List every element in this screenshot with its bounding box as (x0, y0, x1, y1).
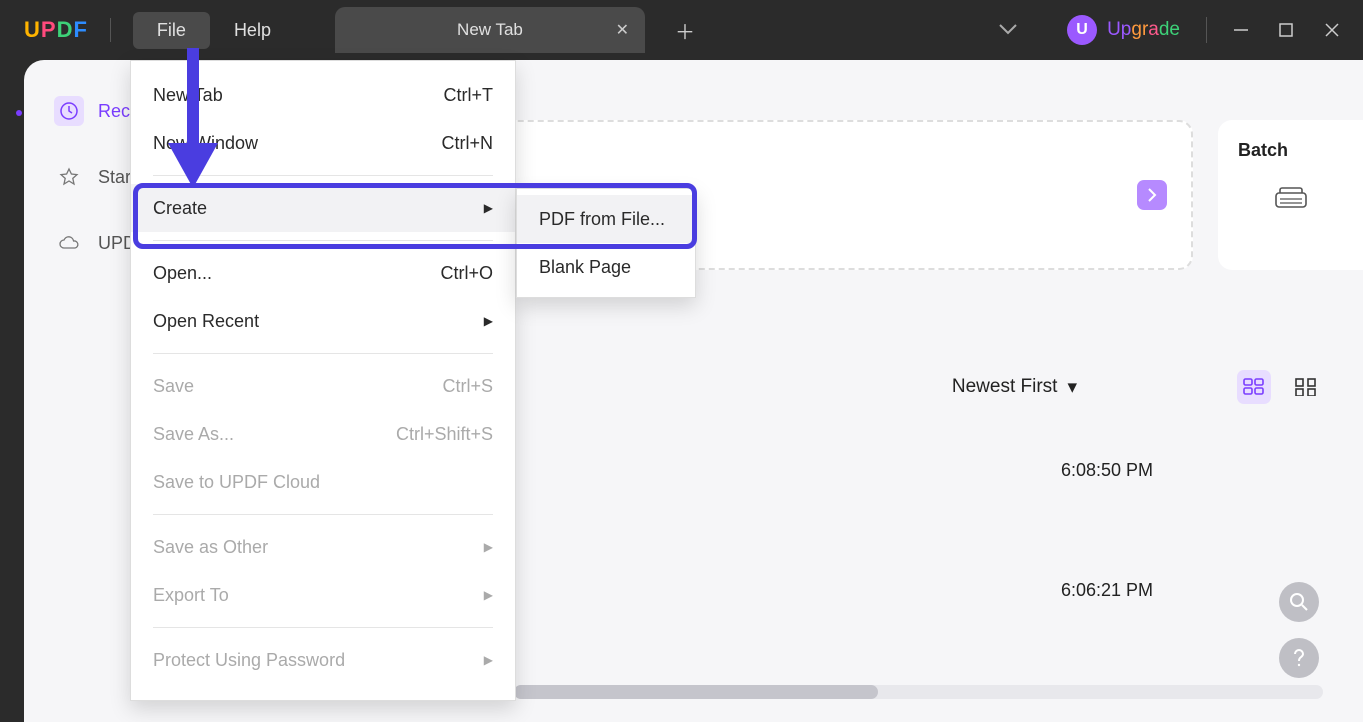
menu-item-save-other: Save as Other ▶ (131, 523, 515, 571)
submenu-arrow-icon: ▶ (484, 314, 493, 328)
menu-shortcut: Ctrl+S (442, 376, 493, 397)
active-indicator (16, 110, 22, 116)
user-avatar-icon: U (1067, 15, 1097, 45)
tab-title: New Tab (457, 20, 523, 40)
menu-item-open-recent[interactable]: Open Recent ▶ (131, 297, 515, 345)
chevron-down-icon[interactable] (999, 24, 1017, 36)
scanner-icon[interactable] (1274, 185, 1308, 211)
menu-item-new-tab[interactable]: New Tab Ctrl+T (131, 71, 515, 119)
close-icon[interactable] (1325, 23, 1345, 37)
search-fab[interactable] (1279, 582, 1319, 622)
submenu-arrow-icon: ▶ (484, 588, 493, 602)
menu-item-label: Open Recent (153, 311, 259, 332)
menu-item-label: Blank Page (539, 257, 631, 278)
batch-title: Batch (1238, 140, 1288, 161)
app-logo: UPDF (24, 17, 88, 43)
menu-shortcut: Ctrl+N (441, 133, 493, 154)
star-icon (54, 162, 84, 192)
sort-label-text: Newest First (952, 376, 1058, 398)
caret-down-icon: ▾ (1067, 376, 1077, 399)
menu-item-create[interactable]: Create ▶ (131, 184, 515, 232)
menu-file[interactable]: File (133, 12, 210, 49)
upgrade-label: Upgrade (1107, 19, 1180, 41)
titlebar-right: U Upgrade (999, 15, 1345, 45)
next-icon[interactable] (1137, 180, 1167, 210)
maximize-icon[interactable] (1279, 23, 1299, 37)
clock-icon (54, 96, 84, 126)
menu-shortcut: Ctrl+Shift+S (396, 424, 493, 445)
sort-dropdown[interactable]: Newest First ▾ (952, 376, 1077, 399)
menu-item-open[interactable]: Open... Ctrl+O (131, 249, 515, 297)
menu-separator (153, 514, 493, 515)
separator (1206, 17, 1207, 43)
minimize-icon[interactable] (1233, 22, 1253, 38)
batch-panel: Batch (1218, 120, 1363, 270)
menu-item-label: Save (153, 376, 194, 397)
menu-item-new-window[interactable]: New Window Ctrl+N (131, 119, 515, 167)
menu-item-export: Export To ▶ (131, 571, 515, 619)
menu-item-label: PDF from File... (539, 209, 665, 230)
menu-separator (153, 240, 493, 241)
menu-item-label: Create (153, 198, 207, 219)
file-time: 6:06:21 PM (1061, 580, 1153, 601)
horizontal-scrollbar[interactable] (514, 685, 1323, 699)
file-menu-dropdown: New Tab Ctrl+T New Window Ctrl+N Create … (130, 60, 516, 701)
menu-shortcut: Ctrl+T (444, 85, 494, 106)
submenu-item-pdf-from-file[interactable]: PDF from File... (517, 195, 695, 243)
submenu-arrow-icon: ▶ (484, 201, 493, 215)
separator (110, 18, 111, 42)
menu-item-label: Protect Using Password (153, 650, 345, 671)
tab-add-icon[interactable]: ＋ (675, 16, 695, 45)
submenu-arrow-icon: ▶ (484, 653, 493, 667)
tab-close-icon[interactable]: ✕ (616, 20, 629, 40)
titlebar: UPDF File Help New Tab ✕ ＋ U Upgrade (0, 0, 1363, 60)
tab[interactable]: New Tab ✕ (335, 7, 645, 53)
menu-help[interactable]: Help (210, 12, 295, 49)
menu-item-save-cloud: Save to UPDF Cloud (131, 458, 515, 506)
submenu-arrow-icon: ▶ (484, 540, 493, 554)
menu-shortcut: Ctrl+O (440, 263, 493, 284)
view-grid-button[interactable] (1289, 370, 1323, 404)
menu-item-protect: Protect Using Password ▶ (131, 636, 515, 684)
menu-item-label: Save as Other (153, 537, 268, 558)
view-list-button[interactable] (1237, 370, 1271, 404)
file-time: 6:08:50 PM (1061, 460, 1153, 481)
menu-separator (153, 353, 493, 354)
menu-item-label: New Tab (153, 85, 223, 106)
menu-item-save-as: Save As... Ctrl+Shift+S (131, 410, 515, 458)
cloud-icon (54, 228, 84, 258)
menu-item-label: Open... (153, 263, 212, 284)
menu-separator (153, 175, 493, 176)
menu-item-label: Save As... (153, 424, 234, 445)
submenu-item-blank-page[interactable]: Blank Page (517, 243, 695, 291)
menu-item-label: New Window (153, 133, 258, 154)
menu-item-label: Export To (153, 585, 229, 606)
help-fab[interactable] (1279, 638, 1319, 678)
scrollbar-thumb[interactable] (514, 685, 878, 699)
menu-item-save: Save Ctrl+S (131, 362, 515, 410)
upgrade-button[interactable]: U Upgrade (1067, 15, 1180, 45)
menu-item-label: Save to UPDF Cloud (153, 472, 320, 493)
create-submenu: PDF from File... Blank Page (516, 188, 696, 298)
menu-separator (153, 627, 493, 628)
